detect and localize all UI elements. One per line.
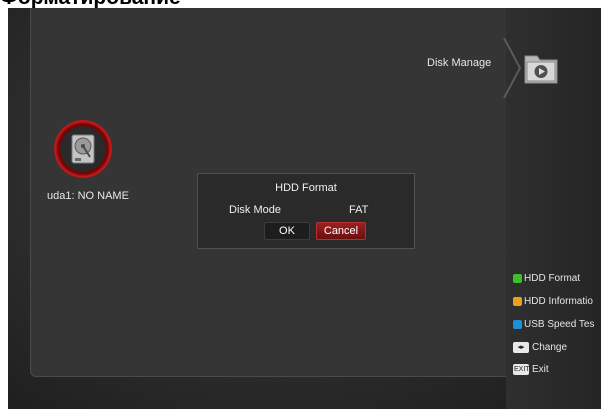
blue-key-icon — [513, 320, 522, 329]
exit-key-icon: EXIT — [513, 364, 530, 375]
left-right-key-icon: ◂▸ — [513, 342, 529, 353]
legend-label: Change — [532, 342, 568, 353]
media-folder-icon — [524, 55, 558, 84]
legend-label: HDD Informatio — [524, 296, 593, 307]
selected-disk[interactable] — [54, 120, 112, 178]
tv-screen: Disk Manage uda1: NO NAME HDD Format Dis… — [8, 8, 601, 409]
legend-label: Exit — [532, 364, 549, 375]
green-key-icon — [513, 274, 522, 283]
legend-label: HDD Format — [524, 273, 581, 284]
ok-button[interactable]: OK — [264, 222, 310, 240]
cancel-button[interactable]: Cancel — [316, 222, 366, 240]
dialog-title: HDD Format — [275, 182, 337, 194]
hdd-format-dialog: HDD Format Disk Mode FAT OK Cancel — [197, 173, 415, 249]
disk-manage-label: Disk Manage — [427, 57, 492, 69]
hard-disk-icon — [71, 134, 95, 164]
page-heading: Форматирование — [0, 0, 181, 8]
disk-mode-label: Disk Mode — [229, 204, 281, 216]
menu-arrow-icon — [503, 38, 522, 98]
disk-mode-value[interactable]: FAT — [349, 204, 368, 216]
disk-name-label: uda1: NO NAME — [47, 190, 129, 202]
yellow-key-icon — [513, 297, 522, 306]
legend-label: USB Speed Tes — [524, 319, 595, 330]
